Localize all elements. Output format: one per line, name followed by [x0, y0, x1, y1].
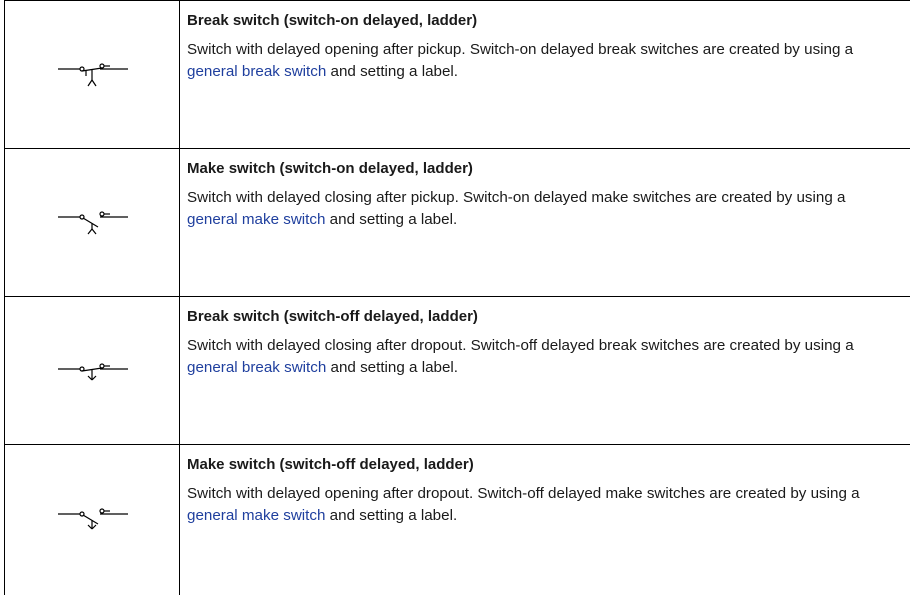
description-text: Switch with delayed closing after dropou… [187, 337, 854, 354]
description-text-end: and setting a label. [325, 211, 458, 228]
row-title: Break switch (switch-off delayed, ladder… [187, 308, 478, 325]
description-cell: Make switch (switch-off delayed, ladder)… [180, 445, 910, 595]
row-title: Break switch (switch-on delayed, ladder) [187, 12, 478, 29]
break-switch-off-delayed-symbol-icon [58, 362, 128, 380]
description-cell: Break switch (switch-off delayed, ladder… [180, 297, 910, 444]
description-text-end: and setting a label. [326, 359, 459, 376]
description-text-end: and setting a label. [326, 63, 459, 80]
table-row: Break switch (switch-on delayed, ladder)… [4, 1, 910, 149]
description-text-end: and setting a label. [325, 507, 458, 524]
description-text: Switch with delayed opening after pickup… [187, 41, 854, 58]
table-row: Break switch (switch-off delayed, ladder… [4, 297, 910, 445]
make-switch-off-delayed-symbol-icon [58, 508, 128, 530]
description-text: Switch with delayed closing after pickup… [187, 189, 846, 206]
make-switch-on-delayed-symbol-icon [58, 210, 128, 234]
description-cell: Make switch (switch-on delayed, ladder) … [180, 149, 910, 296]
table-row: Make switch (switch-on delayed, ladder) … [4, 149, 910, 297]
symbol-cell [4, 297, 180, 444]
description-text: Switch with delayed opening after dropou… [187, 485, 860, 502]
general-make-switch-link[interactable]: general make switch [187, 507, 325, 524]
general-break-switch-link[interactable]: general break switch [187, 359, 326, 376]
row-title: Make switch (switch-off delayed, ladder) [187, 456, 474, 473]
general-break-switch-link[interactable]: general break switch [187, 63, 326, 80]
symbol-cell [4, 1, 180, 148]
symbol-cell [4, 445, 180, 595]
symbol-cell [4, 149, 180, 296]
row-description: Switch with delayed opening after pickup… [187, 39, 900, 83]
table-row: Make switch (switch-off delayed, ladder)… [4, 445, 910, 595]
row-title: Make switch (switch-on delayed, ladder) [187, 160, 473, 177]
description-cell: Break switch (switch-on delayed, ladder)… [180, 1, 910, 148]
row-description: Switch with delayed opening after dropou… [187, 483, 900, 527]
row-description: Switch with delayed closing after dropou… [187, 335, 900, 379]
row-description: Switch with delayed closing after pickup… [187, 187, 900, 231]
symbol-table: Break switch (switch-on delayed, ladder)… [4, 0, 910, 595]
general-make-switch-link[interactable]: general make switch [187, 211, 325, 228]
break-switch-on-delayed-symbol-icon [58, 62, 128, 86]
